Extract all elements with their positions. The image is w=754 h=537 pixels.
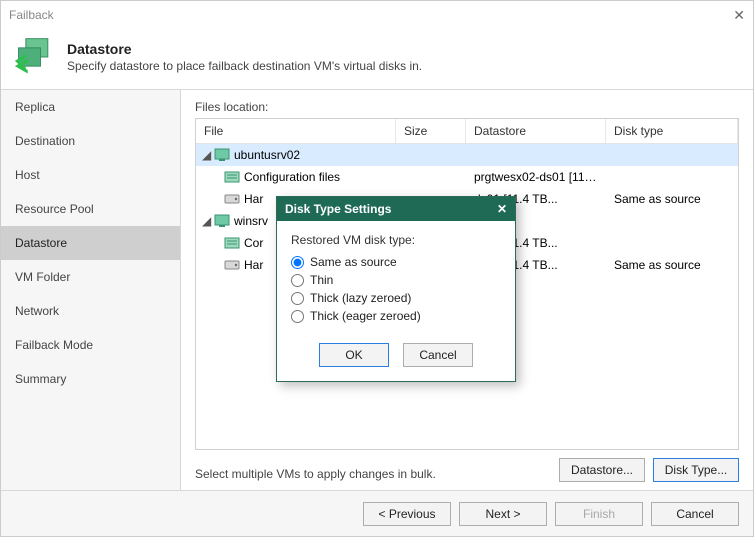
dialog-title: Disk Type Settings xyxy=(285,202,391,216)
radio-input[interactable] xyxy=(291,274,304,287)
sidebar-item-datastore[interactable]: Datastore xyxy=(1,226,180,260)
header-text: Datastore Specify datastore to place fai… xyxy=(67,41,422,73)
radio-input[interactable] xyxy=(291,310,304,323)
titlebar: Failback ✕ xyxy=(1,1,753,29)
bulk-hint: Select multiple VMs to apply changes in … xyxy=(195,467,436,481)
disktype-cell xyxy=(606,153,738,157)
dialog-titlebar: Disk Type Settings ✕ xyxy=(277,197,515,221)
table-row[interactable]: ◢ ubuntusrv02 xyxy=(196,144,738,166)
sidebar-item-label: Network xyxy=(15,304,59,318)
disk-type-button[interactable]: Disk Type... xyxy=(653,458,739,482)
sidebar-item-network[interactable]: Network xyxy=(1,294,180,328)
sidebar-item-label: Destination xyxy=(15,134,75,148)
sidebar-item-label: Datastore xyxy=(15,236,67,250)
col-disktype-header[interactable]: Disk type xyxy=(606,119,738,143)
disktype-cell xyxy=(606,219,738,223)
sidebar-item-destination[interactable]: Destination xyxy=(1,124,180,158)
cfg-icon xyxy=(224,236,240,250)
table-header: File Size Datastore Disk type xyxy=(196,119,738,144)
sidebar-item-label: VM Folder xyxy=(15,270,70,284)
radio-input[interactable] xyxy=(291,292,304,305)
disktype-cell: Same as source xyxy=(606,256,738,274)
wizard-steps-sidebar: Replica Destination Host Resource Pool D… xyxy=(1,90,181,490)
file-name: Har xyxy=(244,192,263,206)
sidebar-item-host[interactable]: Host xyxy=(1,158,180,192)
table-row[interactable]: Configuration files prgtwesx02-ds01 [11.4… xyxy=(196,166,738,188)
size-cell xyxy=(396,153,466,157)
col-file-header[interactable]: File xyxy=(196,119,396,143)
vm-icon xyxy=(214,148,230,162)
radio-same-as-source[interactable]: Same as source xyxy=(291,255,501,269)
finish-button[interactable]: Finish xyxy=(555,502,643,526)
col-datastore-header[interactable]: Datastore xyxy=(466,119,606,143)
cfg-icon xyxy=(224,170,240,184)
header: Datastore Specify datastore to place fai… xyxy=(1,29,753,90)
datastore-cell: prgtwesx02-ds01 [11.4 TB... xyxy=(466,168,606,186)
failback-wizard-window: Failback ✕ Datastore Specify datastore t… xyxy=(0,0,754,537)
radio-input[interactable] xyxy=(291,256,304,269)
sidebar-item-failback-mode[interactable]: Failback Mode xyxy=(1,328,180,362)
disk-type-settings-dialog: Disk Type Settings ✕ Restored VM disk ty… xyxy=(276,196,516,382)
file-name: Har xyxy=(244,258,263,272)
disktype-cell: Same as source xyxy=(606,190,738,208)
sidebar-item-label: Resource Pool xyxy=(15,202,94,216)
window-title: Failback xyxy=(9,8,54,22)
disktype-cell xyxy=(606,175,738,179)
actions-row: Select multiple VMs to apply changes in … xyxy=(195,458,739,482)
dialog-close-icon[interactable]: ✕ xyxy=(497,202,507,216)
radio-thick-lazy[interactable]: Thick (lazy zeroed) xyxy=(291,291,501,305)
disk-icon xyxy=(224,192,240,206)
radio-thin[interactable]: Thin xyxy=(291,273,501,287)
page-subtitle: Specify datastore to place failback dest… xyxy=(67,59,422,73)
radio-label: Thin xyxy=(310,273,333,287)
radio-thick-eager[interactable]: Thick (eager zeroed) xyxy=(291,309,501,323)
disktype-cell xyxy=(606,241,738,245)
sidebar-item-label: Failback Mode xyxy=(15,338,93,352)
disk-icon xyxy=(224,258,240,272)
disk-type-group-label: Restored VM disk type: xyxy=(291,233,501,247)
previous-button[interactable]: < Previous xyxy=(363,502,451,526)
dialog-ok-button[interactable]: OK xyxy=(319,343,389,367)
file-name: winsrv xyxy=(234,214,268,228)
radio-label: Same as source xyxy=(310,255,397,269)
sidebar-item-summary[interactable]: Summary xyxy=(1,362,180,396)
tree-toggle-icon[interactable]: ◢ xyxy=(202,214,212,228)
sidebar-item-vm-folder[interactable]: VM Folder xyxy=(1,260,180,294)
dialog-footer: OK Cancel xyxy=(277,333,515,381)
radio-label: Thick (eager zeroed) xyxy=(310,309,421,323)
datastore-button[interactable]: Datastore... xyxy=(559,458,645,482)
next-button[interactable]: Next > xyxy=(459,502,547,526)
sidebar-item-replica[interactable]: Replica xyxy=(1,90,180,124)
radio-label: Thick (lazy zeroed) xyxy=(310,291,411,305)
file-name: Configuration files xyxy=(244,170,340,184)
dialog-cancel-button[interactable]: Cancel xyxy=(403,343,473,367)
sidebar-item-label: Host xyxy=(15,168,40,182)
sidebar-item-label: Summary xyxy=(15,372,66,386)
file-name: Cor xyxy=(244,236,263,250)
cancel-button[interactable]: Cancel xyxy=(651,502,739,526)
page-title: Datastore xyxy=(67,41,422,57)
dialog-body: Restored VM disk type: Same as source Th… xyxy=(277,221,515,333)
vm-icon xyxy=(214,214,230,228)
tree-toggle-icon[interactable]: ◢ xyxy=(202,148,212,162)
files-location-label: Files location: xyxy=(195,100,739,114)
datastore-cell xyxy=(466,153,606,157)
sidebar-item-resource-pool[interactable]: Resource Pool xyxy=(1,192,180,226)
file-name: ubuntusrv02 xyxy=(234,148,300,162)
col-size-header[interactable]: Size xyxy=(396,119,466,143)
wizard-footer: < Previous Next > Finish Cancel xyxy=(1,490,753,536)
datastore-icon xyxy=(13,35,57,79)
sidebar-item-label: Replica xyxy=(15,100,55,114)
close-icon[interactable]: ✕ xyxy=(733,7,745,24)
size-cell xyxy=(396,175,466,179)
